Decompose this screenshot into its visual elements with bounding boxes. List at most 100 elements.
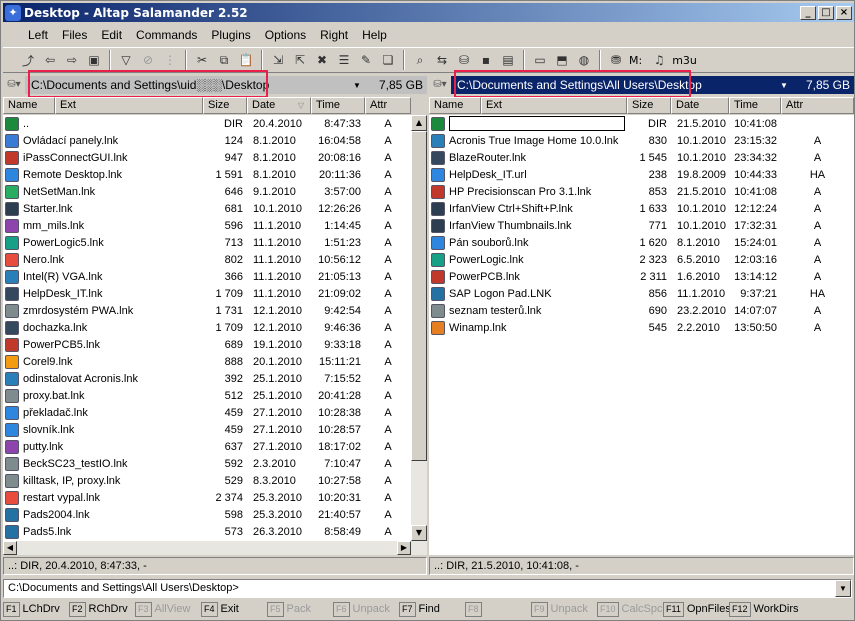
file-row[interactable]: .. DIR 20.4.2010 8:47:33 A xyxy=(3,115,411,132)
compare-icon[interactable]: ⇆ xyxy=(431,50,453,70)
user-menu-icon[interactable]: ⬒ xyxy=(551,50,573,70)
col-time[interactable]: Time xyxy=(729,97,781,114)
col-ext[interactable]: Ext xyxy=(55,97,203,114)
command-line[interactable]: C:\Documents and Settings\All Users\Desk… xyxy=(3,579,852,598)
col-date[interactable]: Date ▽ xyxy=(247,97,311,114)
menu-help[interactable]: Help xyxy=(355,28,394,42)
left-file-list[interactable]: .. DIR 20.4.2010 8:47:33 A Ovládací panely.ln… xyxy=(3,115,411,541)
left-path[interactable]: C:\Documents and Settings\uid░░░\Desktop xyxy=(31,78,347,92)
fkey-f1[interactable]: F1 LChDrv xyxy=(3,600,69,618)
m3u-label[interactable]: m3u xyxy=(672,54,697,67)
menu-right[interactable]: Right xyxy=(313,28,355,42)
col-ext[interactable]: Ext xyxy=(481,97,627,114)
command-line-text[interactable]: C:\Documents and Settings\All Users\Desk… xyxy=(8,582,239,594)
sort-icon[interactable]: ⋮ xyxy=(159,50,181,70)
properties-icon[interactable]: ☰ xyxy=(333,50,355,70)
col-size[interactable]: Size xyxy=(203,97,247,114)
hotpaths-icon[interactable]: ▣ xyxy=(83,50,105,70)
file-row[interactable]: Intel(R) VGA.lnk 366 11.1.2010 21:05:13 A xyxy=(3,268,411,285)
col-time[interactable]: Time xyxy=(311,97,365,114)
view-mode-icon[interactable]: ▤ xyxy=(497,50,519,70)
file-row[interactable]: HP Precisionscan Pro 3.1.lnk 853 21.5.2010… xyxy=(429,183,854,200)
file-row[interactable]: DIR 21.5.2010 10:41:08 xyxy=(429,115,854,132)
file-row[interactable]: Pads5.lnk 573 26.3.2010 8:58:49 A xyxy=(3,523,411,540)
create-dir-icon[interactable]: ❏ xyxy=(377,50,399,70)
menu-edit[interactable]: Edit xyxy=(94,28,129,42)
command-prompt-icon[interactable]: ▪ xyxy=(475,50,497,70)
col-attr[interactable]: Attr xyxy=(781,97,854,114)
fkey-f3[interactable]: F3 AllView xyxy=(135,600,201,618)
copy-icon[interactable]: ⧉ xyxy=(213,50,235,70)
left-vertical-scrollbar[interactable]: ▲ ▼ xyxy=(411,115,427,541)
m3u-file-icon[interactable]: ♫ xyxy=(648,50,670,70)
file-row[interactable]: PowerPCB.lnk 2 311 1.6.2010 13:14:12 A xyxy=(429,268,854,285)
scroll-left-icon[interactable]: ◀ xyxy=(3,541,17,555)
file-row[interactable]: dochazka.lnk 1 709 12.1.2010 9:46:36 A xyxy=(3,319,411,336)
network-drive-icon[interactable]: ⛁ xyxy=(453,50,475,70)
right-path[interactable]: C:\Documents and Settings\All Users\Desk… xyxy=(457,78,774,92)
copy-files-icon[interactable]: ⇲ xyxy=(267,50,289,70)
right-file-list[interactable]: DIR 21.5.2010 10:41:08 Acronis True Image H… xyxy=(429,115,854,555)
paste-icon[interactable]: 📋 xyxy=(235,50,257,70)
file-row[interactable]: putty.lnk 637 27.1.2010 18:17:02 A xyxy=(3,438,411,455)
file-row[interactable]: proxy.bat.lnk 512 25.1.2010 20:41:28 A xyxy=(3,387,411,404)
stop-icon[interactable]: ⊘ xyxy=(137,50,159,70)
file-row[interactable]: PowerLogic.lnk 2 323 6.5.2010 12:03:16 A xyxy=(429,251,854,268)
change-attr-icon[interactable]: ✎ xyxy=(355,50,377,70)
file-row[interactable]: Remote Desktop.lnk 1 591 8.1.2010 20:11:36 A xyxy=(3,166,411,183)
file-row[interactable]: BlazeRouter.lnk 1 545 10.1.2010 23:34:32 A xyxy=(429,149,854,166)
file-row[interactable]: HelpDesk_IT.url 238 19.8.2009 10:44:33 HA xyxy=(429,166,854,183)
file-row[interactable]: SAP Logon Pad.LNK 856 11.1.2010 9:37:21 HA xyxy=(429,285,854,302)
scroll-up-icon[interactable]: ▲ xyxy=(411,115,427,131)
fkey-f5[interactable]: F5 Pack xyxy=(267,600,333,618)
move-files-icon[interactable]: ⇱ xyxy=(289,50,311,70)
cut-icon[interactable]: ✂ xyxy=(191,50,213,70)
file-row[interactable]: IrfanView Ctrl+Shift+P.lnk 1 633 10.1.2010… xyxy=(429,200,854,217)
file-row[interactable]: Ovládací panely.lnk 124 8.1.2010 16:04:58 A xyxy=(3,132,411,149)
left-path-box[interactable]: C:\Documents and Settings\uid░░░\Desktop… xyxy=(25,76,427,94)
col-size[interactable]: Size xyxy=(627,97,671,114)
col-date[interactable]: Date xyxy=(671,97,729,114)
file-row[interactable]: Corel9.lnk 888 20.1.2010 15:11:21 A xyxy=(3,353,411,370)
fkey-f2[interactable]: F2 RChDrv xyxy=(69,600,135,618)
delete-icon[interactable]: ✖ xyxy=(311,50,333,70)
col-attr[interactable]: Attr xyxy=(365,97,411,114)
drive-m-label[interactable]: M: xyxy=(629,54,642,67)
file-row[interactable]: PowerLogic5.lnk 713 11.1.2010 1:51:23 A xyxy=(3,234,411,251)
file-row[interactable]: BeckSC23_testIO.lnk 592 2.3.2010 7:10:47 A xyxy=(3,455,411,472)
file-row[interactable]: IrfanView Thumbnails.lnk 771 10.1.2010 17:3… xyxy=(429,217,854,234)
find-icon[interactable]: ⌕ xyxy=(409,50,431,70)
drive-m-icon[interactable]: ⛃ xyxy=(605,50,627,70)
fkey-f12[interactable]: F12 WorkDirs xyxy=(729,600,799,618)
right-path-box[interactable]: C:\Documents and Settings\All Users\Desk… xyxy=(451,76,854,94)
file-row[interactable]: Starter.lnk 681 10.1.2010 12:26:26 A xyxy=(3,200,411,217)
fkey-f6[interactable]: F6 Unpack xyxy=(333,600,399,618)
chevron-down-icon[interactable]: ▼ xyxy=(774,81,794,90)
drive-icon[interactable]: ⛁▾ xyxy=(429,77,451,93)
file-row[interactable]: zmrdosystém PWA.lnk 1 731 12.1.2010 9:42:54… xyxy=(3,302,411,319)
fkey-f11[interactable]: F11 OpnFiles xyxy=(663,600,731,618)
left-horizontal-scrollbar[interactable]: ◀ ▶ xyxy=(3,541,427,555)
chevron-down-icon[interactable]: ▼ xyxy=(347,81,367,90)
menu-commands[interactable]: Commands xyxy=(129,28,204,42)
file-row[interactable]: slovník.lnk 459 27.1.2010 10:28:57 A xyxy=(3,421,411,438)
fkey-f10[interactable]: F10 CalcSpc xyxy=(597,600,663,618)
menu-left[interactable]: Left xyxy=(21,28,55,42)
file-row[interactable]: iPassConnectGUI.lnk 947 8.1.2010 20:08:16 A xyxy=(3,149,411,166)
filter-icon[interactable]: ▽ xyxy=(115,50,137,70)
menu-plugins[interactable]: Plugins xyxy=(204,28,257,42)
fkey-f7[interactable]: F7 Find xyxy=(399,600,465,618)
file-row[interactable]: Winamp.lnk 545 2.2.2010 13:50:50 A xyxy=(429,319,854,336)
file-row[interactable]: Nero.lnk 802 11.1.2010 10:56:12 A xyxy=(3,251,411,268)
drive-icon[interactable]: ⛁▾ xyxy=(3,77,25,93)
minimize-button[interactable]: _ xyxy=(800,5,816,20)
col-name[interactable]: Name xyxy=(429,97,481,114)
title-bar[interactable]: ✦ Desktop - Altap Salamander 2.52 _ □ × xyxy=(3,3,854,22)
file-row[interactable]: restart vypal.lnk 2 374 25.3.2010 10:20:31 A xyxy=(3,489,411,506)
fkey-f4[interactable]: F4 Exit xyxy=(201,600,267,618)
file-row[interactable]: Acronis True Image Home 10.0.lnk 830 10.1.… xyxy=(429,132,854,149)
scroll-thumb[interactable] xyxy=(411,131,427,461)
fkey-f8[interactable]: F8 xyxy=(465,600,531,618)
file-row[interactable]: NetSetMan.lnk 646 9.1.2010 3:57:00 A xyxy=(3,183,411,200)
file-row[interactable]: seznam testerů.lnk 690 23.2.2010 14:07:07 A xyxy=(429,302,854,319)
